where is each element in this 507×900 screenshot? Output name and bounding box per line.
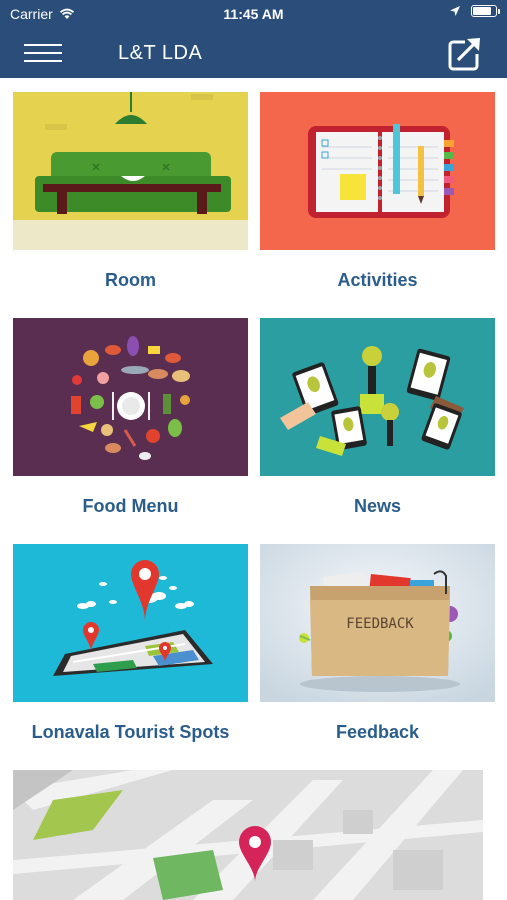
tile-lonavala-tourist-spots[interactable]: Lonavala Tourist Spots <box>13 544 248 743</box>
feedback-image: FEEDBACK <box>260 544 495 702</box>
tile-food-menu[interactable]: Food Menu <box>13 318 248 517</box>
tile-feedback-label: Feedback <box>335 722 420 742</box>
tourist-spots-image <box>13 544 248 702</box>
tile-food-menu-label: Food Menu <box>82 496 179 516</box>
tile-feedback[interactable]: FEEDBACK Feedback <box>260 544 495 743</box>
news-image <box>260 318 495 476</box>
tile-activities-label: Activities <box>337 270 418 290</box>
feedback-image-text: FEEDBACK <box>346 616 414 632</box>
tile-room[interactable]: Room <box>13 92 248 291</box>
tile-room-label: Room <box>105 270 156 290</box>
room-image <box>13 92 248 250</box>
map-image <box>13 770 483 900</box>
page-title: L&T LDA <box>118 42 203 64</box>
share-icon[interactable] <box>445 33 485 73</box>
status-time: 11:45 AM <box>223 6 284 22</box>
battery-fill <box>473 7 491 15</box>
tile-news-label: News <box>353 496 402 516</box>
location-arrow-icon <box>450 6 460 16</box>
tile-lonavala-tourist-spots-label: Lonavala Tourist Spots <box>31 722 230 742</box>
tile-map[interactable] <box>13 770 483 900</box>
status-right <box>449 5 500 17</box>
tile-activities[interactable]: Activities <box>260 92 495 291</box>
tile-news[interactable]: News <box>260 318 495 517</box>
activities-image <box>260 92 495 250</box>
battery-icon <box>471 5 500 17</box>
nav-bar: L&T LDA <box>0 28 507 78</box>
hamburger-menu-icon[interactable] <box>24 41 62 65</box>
status-bar: Carrier 11:45 AM <box>0 0 507 28</box>
food-menu-image <box>13 318 248 476</box>
